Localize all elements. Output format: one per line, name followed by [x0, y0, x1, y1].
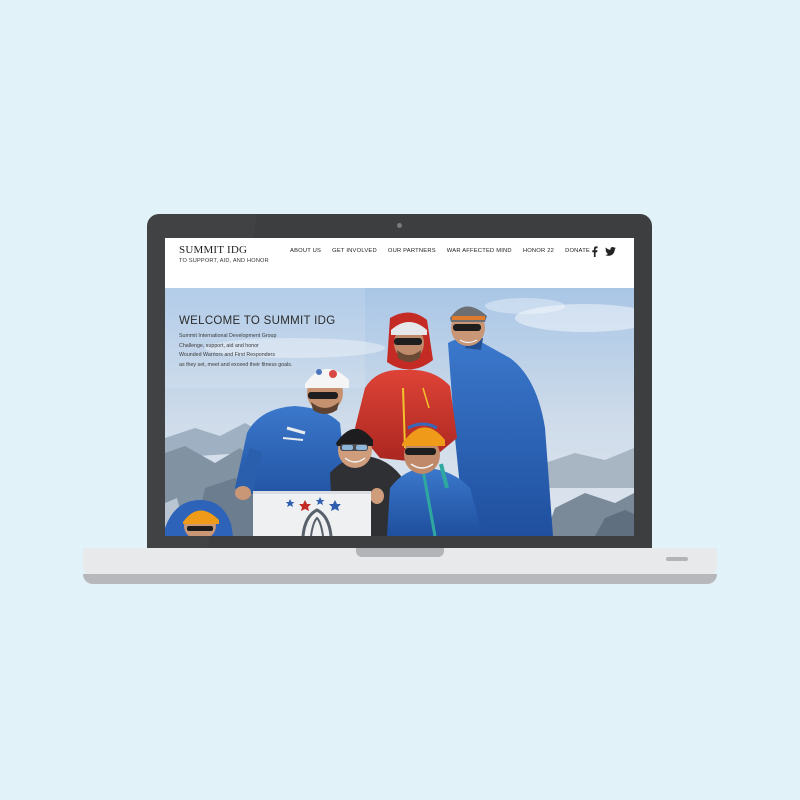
laptop-indicator-light	[666, 557, 688, 561]
hero-line-1: Summit International Development Group	[179, 333, 277, 339]
laptop-screen: SUMMIT IDG TO SUPPORT, AID, AND HONOR AB…	[165, 238, 634, 536]
hero-title: WELCOME TO SUMMIT IDG	[179, 315, 336, 327]
nav-donate[interactable]: DONATE	[565, 248, 590, 254]
hero-line-4: as they set, meet and exceed their fitne…	[179, 361, 293, 368]
mockup-stage: SUMMIT IDG TO SUPPORT, AID, AND HONOR AB…	[0, 0, 800, 800]
nav-honor-22[interactable]: HONOR 22	[523, 248, 554, 254]
hero-banner: WELCOME TO SUMMIT IDG Summit Internation…	[165, 288, 634, 536]
webcam	[397, 223, 402, 228]
hero-text-block: WELCOME TO SUMMIT IDG Summit Internation…	[179, 315, 335, 370]
site-logo-title[interactable]: SUMMIT IDG	[179, 244, 247, 256]
laptop-hinge-notch	[356, 548, 444, 557]
nav-get-involved[interactable]: GET INVOLVED	[332, 248, 377, 254]
laptop-lid: SUMMIT IDG TO SUPPORT, AID, AND HONOR AB…	[147, 214, 652, 550]
facebook-icon[interactable]	[591, 246, 598, 257]
main-nav: ABOUT US GET INVOLVED OUR PARTNERS WAR A…	[290, 248, 590, 254]
laptop-base-edge	[83, 574, 717, 584]
hero-line-2: Challenge, support, aid and honor	[179, 342, 259, 349]
twitter-icon[interactable]	[605, 247, 616, 256]
social-links	[591, 246, 616, 257]
nav-about-us[interactable]: ABOUT US	[290, 248, 321, 254]
site-tagline: TO SUPPORT, AID, AND HONOR	[179, 258, 269, 264]
site-header: SUMMIT IDG TO SUPPORT, AID, AND HONOR AB…	[165, 238, 634, 288]
nav-our-partners[interactable]: OUR PARTNERS	[388, 248, 436, 254]
hero-line-3: Wounded Warriors and First Responders	[179, 352, 275, 359]
nav-war-affected-mind[interactable]: WAR AFFECTED MIND	[447, 248, 512, 254]
